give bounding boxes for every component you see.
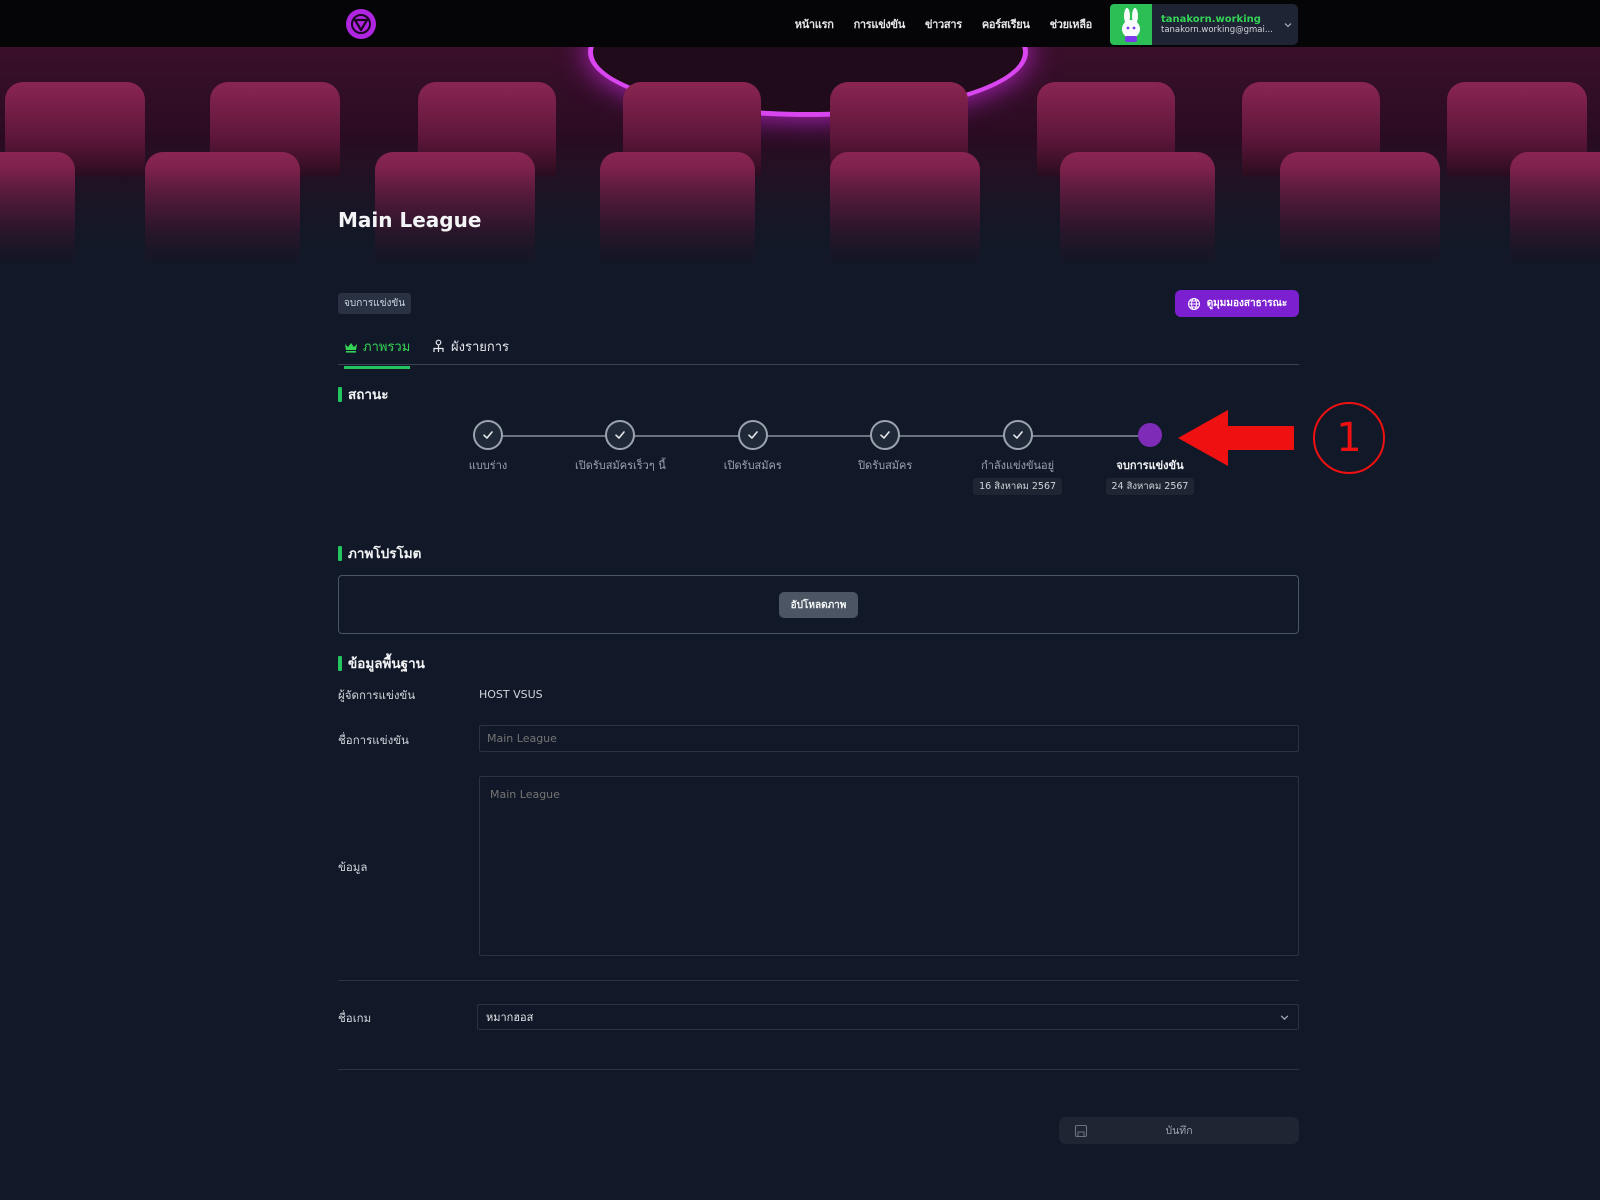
chevron-down-icon — [1280, 1014, 1289, 1020]
game-select-value: หมากฮอส — [486, 1011, 534, 1024]
section-status: สถานะ — [338, 383, 388, 405]
page-title: Main League — [338, 208, 482, 232]
section-promo-title: ภาพโปรโมต — [348, 546, 422, 562]
divider — [338, 980, 1299, 981]
tournament-name-input[interactable] — [479, 725, 1299, 752]
nav-link-tournaments[interactable]: การแข่งขัน — [854, 15, 906, 33]
check-icon — [605, 420, 636, 450]
tab-bar: ภาพรวม ผังรายการ — [338, 330, 1299, 369]
bracket-icon — [433, 339, 444, 352]
check-icon — [473, 420, 503, 450]
organizer-label: ผู้จัดการแข่งขัน — [338, 688, 416, 702]
status-badge: จบการแข่งขัน — [338, 293, 412, 314]
tab-overview[interactable]: ภาพรวม — [344, 336, 411, 369]
public-view-label: ดูมุมมองสาธารณะ — [1206, 298, 1288, 309]
status-step: เปิดรับสมัครเร็วๆ นี้ — [545, 420, 695, 474]
current-step-dot — [1138, 423, 1162, 447]
bunny-avatar-icon — [1122, 7, 1140, 42]
user-email: tanakorn.working@gmai... — [1161, 25, 1273, 35]
top-navbar: หน้าแรก การแข่งขัน ข่าวสาร คอร์สเรียน ช่… — [0, 0, 1600, 47]
game-select[interactable]: หมากฮอส — [477, 1004, 1299, 1030]
organizer-value: HOST VSUS — [479, 688, 543, 701]
save-label: บันทึก — [1165, 1125, 1193, 1137]
step-label: เปิดรับสมัคร — [723, 459, 782, 472]
nav-link-help[interactable]: ช่วยเหลือ — [1050, 15, 1093, 33]
nav-link-home[interactable]: หน้าแรก — [795, 15, 834, 33]
status-step: เปิดรับสมัคร — [678, 420, 828, 474]
step-label: เปิดรับสมัครเร็วๆ นี้ — [575, 459, 666, 472]
step-date: 16 สิงหาคม 2567 — [973, 478, 1063, 495]
globe-icon — [1187, 297, 1200, 310]
section-status-title: สถานะ — [348, 387, 389, 403]
section-basic-info-title: ข้อมูลพื้นฐาน — [348, 656, 425, 672]
nav-link-courses[interactable]: คอร์สเรียน — [982, 15, 1030, 33]
step-label: กำลังแข่งขันอยู่ — [981, 459, 1055, 472]
save-button[interactable]: บันทึก — [1059, 1117, 1299, 1144]
step-label: แบบร่าง — [468, 459, 508, 472]
user-name: tanakorn.working — [1161, 14, 1261, 25]
game-name-label: ชื่อเกม — [338, 1011, 372, 1025]
status-step: กำลังแข่งขันอยู่ 16 สิงหาคม 2567 — [943, 420, 1093, 495]
step-label: ปิดรับสมัคร — [858, 459, 913, 472]
info-label: ข้อมูล — [338, 860, 368, 874]
crown-icon — [345, 342, 357, 353]
status-step: ปิดรับสมัคร — [810, 420, 960, 474]
tournament-name-label: ชื่อการแข่งขัน — [338, 733, 409, 747]
user-menu[interactable]: tanakorn.working tanakorn.working@gmai..… — [1110, 4, 1298, 45]
section-promo: ภาพโปรโมต — [338, 542, 421, 564]
tab-bracket-label: ผังรายการ — [451, 340, 510, 355]
avatar — [1110, 4, 1152, 45]
logo[interactable] — [346, 9, 376, 39]
divider — [338, 1069, 1299, 1070]
status-step: แบบร่าง — [413, 420, 563, 474]
step-date: 24 สิงหาคม 2567 — [1105, 478, 1195, 495]
tab-bracket[interactable]: ผังรายการ — [431, 336, 509, 357]
annotation-number: 1 — [1313, 402, 1385, 474]
upload-image-button[interactable]: อัปโหลดภาพ — [779, 592, 858, 618]
tab-overview-label: ภาพรวม — [363, 340, 411, 355]
check-icon — [737, 420, 768, 450]
hero-banner — [0, 47, 1600, 300]
section-basic-info: ข้อมูลพื้นฐาน — [338, 652, 425, 674]
public-view-button[interactable]: ดูมุมมองสาธารณะ — [1175, 290, 1299, 317]
logo-icon — [351, 14, 371, 34]
info-textarea[interactable] — [479, 776, 1299, 956]
annotation-arrow-icon — [1178, 410, 1294, 466]
nav-link-news[interactable]: ข่าวสาร — [925, 15, 962, 33]
check-icon — [870, 420, 901, 450]
check-icon — [1002, 420, 1033, 450]
nav-links: หน้าแรก การแข่งขัน ข่าวสาร คอร์สเรียน ช่… — [795, 0, 1093, 47]
chevron-down-icon[interactable] — [1283, 20, 1293, 30]
